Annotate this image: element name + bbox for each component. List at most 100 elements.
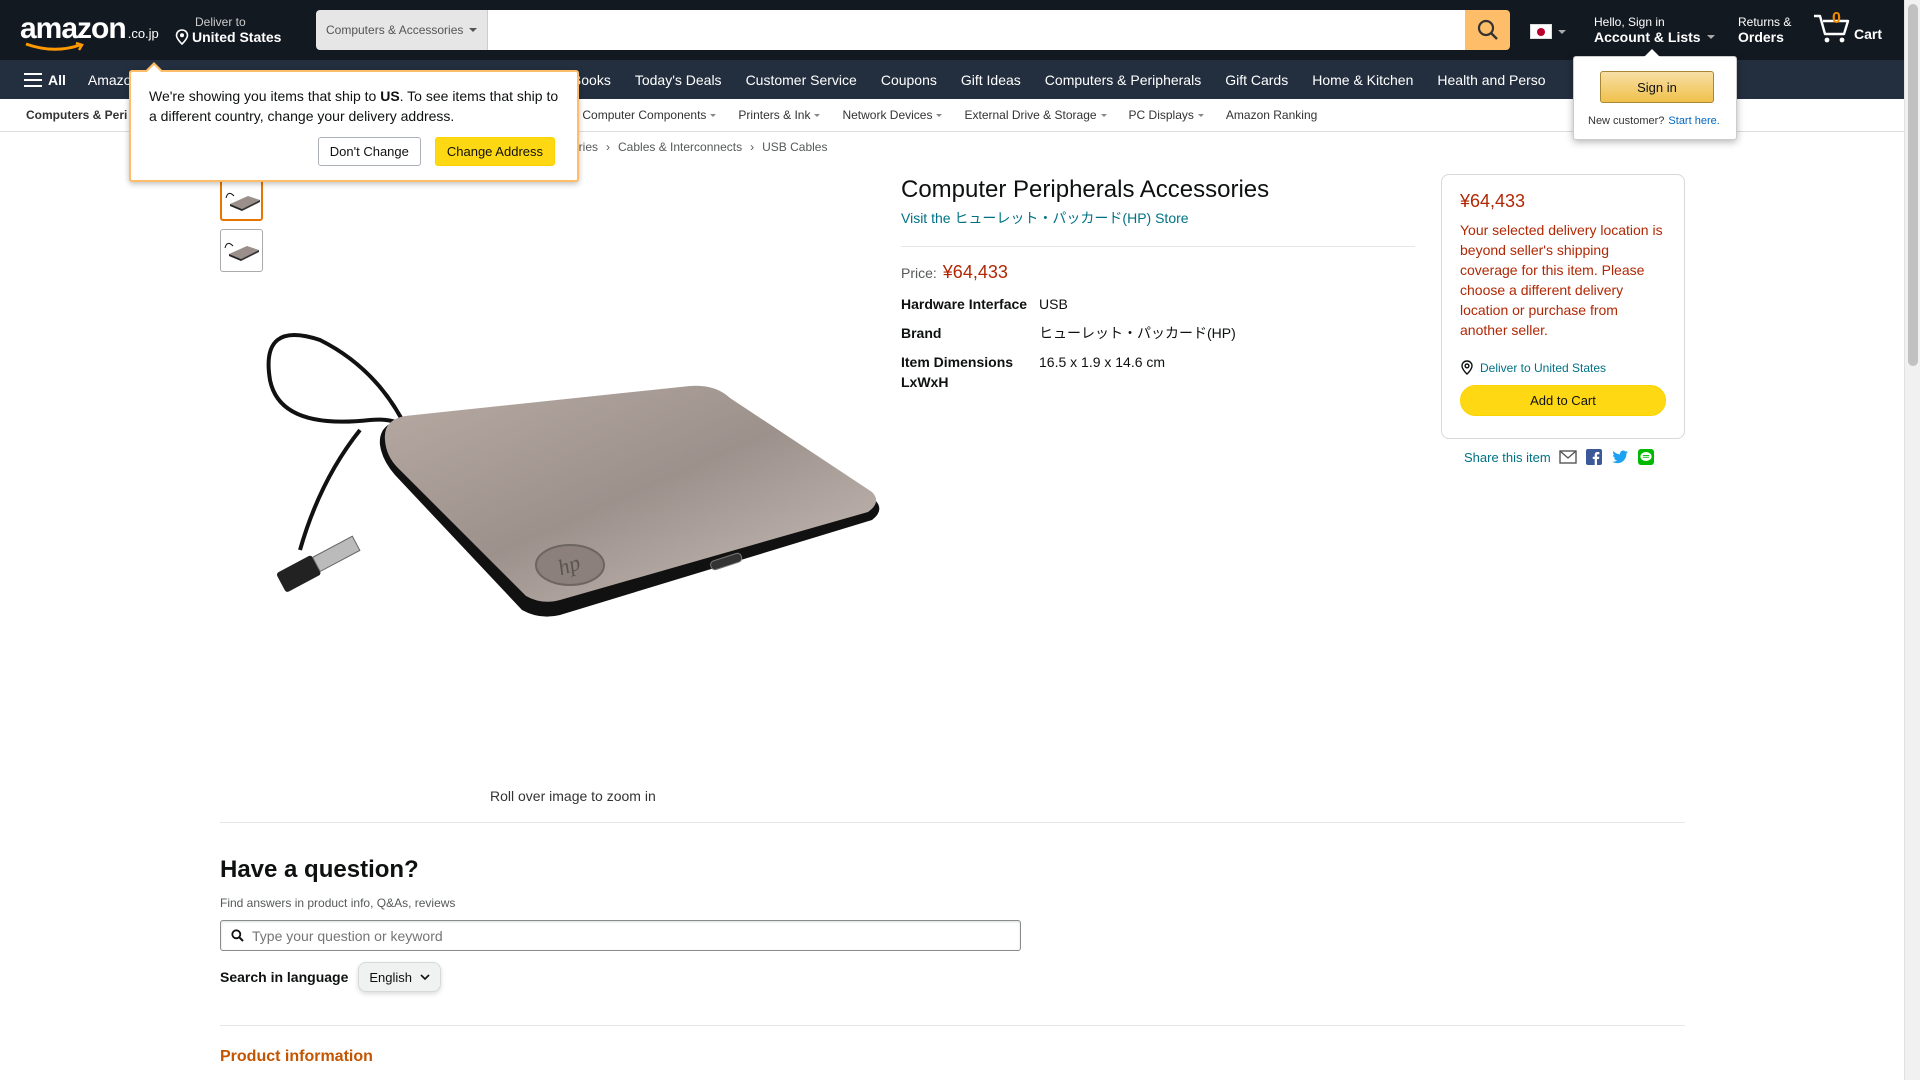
share-row: Share this item [1464, 448, 1655, 466]
product-specs: Hardware Interface USB Brand ヒューレット・パッカー… [901, 294, 1236, 401]
chevron-down-icon [1706, 35, 1715, 39]
email-icon[interactable] [1559, 448, 1577, 466]
spec-row: Brand ヒューレット・パッカード(HP) [901, 323, 1236, 343]
cart[interactable]: 0 Cart [1812, 10, 1882, 44]
divider [220, 1025, 1685, 1026]
nav-item-gift-ideas[interactable]: Gift Ideas [949, 72, 1033, 88]
divider [901, 246, 1415, 247]
language-row: Search in language English [220, 962, 442, 992]
delivery-popover: We're showing you items that ship to US.… [129, 62, 579, 182]
breadcrumb-item[interactable]: Cables & Interconnects [618, 140, 742, 154]
nav-item-home-kitchen[interactable]: Home & Kitchen [1300, 72, 1425, 88]
deliver-to[interactable]: Deliver to United States [175, 15, 281, 45]
new-customer-label: New customer? [1588, 115, 1665, 127]
subnav-label: Printers & Ink [738, 108, 811, 122]
subnav-item-network-devices[interactable]: Network Devices [831, 108, 953, 122]
account-lists[interactable]: Hello, Sign in Account & Lists [1594, 15, 1715, 45]
subnav-item-external-drive[interactable]: External Drive & Storage [953, 108, 1117, 122]
subnav-item-computer-components[interactable]: Computer Components [571, 108, 727, 122]
spec-key: Item Dimensions LxWxH [901, 354, 1014, 390]
search-bar: Computers & Accessories [316, 10, 1510, 50]
search-icon [1477, 19, 1498, 40]
cart-icon [1814, 14, 1850, 43]
deliver-line2: United States [192, 29, 282, 45]
product-thumbnail-image [225, 192, 260, 211]
all-menu-button[interactable]: All [0, 72, 76, 88]
price-row: Price: ¥64,433 [901, 262, 1008, 283]
price-value: ¥64,433 [942, 262, 1008, 282]
spec-row: Hardware Interface USB [901, 294, 1236, 314]
nav-item-health[interactable]: Health and Perso [1425, 72, 1557, 88]
line-icon[interactable] [1637, 448, 1655, 466]
search-input[interactable] [488, 10, 1465, 50]
language-selector[interactable] [1530, 24, 1566, 39]
chevron-down-icon [1100, 113, 1107, 117]
divider [220, 822, 1685, 823]
change-address-button[interactable]: Change Address [434, 137, 555, 166]
product-thumbnail-image [224, 242, 259, 261]
subnav-label: Computer Components [582, 108, 707, 122]
returns-orders[interactable]: Returns & Orders [1738, 15, 1791, 45]
sign-in-button[interactable]: Sign in [1600, 71, 1714, 103]
deliver-line1: Deliver to [195, 15, 246, 29]
japan-flag-icon [1530, 24, 1552, 39]
subnav-item-printers-ink[interactable]: Printers & Ink [727, 108, 831, 122]
account-line1: Hello, Sign in [1594, 15, 1665, 29]
subnav-label: Network Devices [842, 108, 933, 122]
product-title: Computer Peripherals Accessories [901, 176, 1270, 203]
amazon-logo[interactable]: amazon .co.jp [20, 12, 159, 51]
new-customer: New customer? Start here. [1588, 115, 1720, 127]
store-link[interactable]: Visit the ヒューレット・パッカード(HP) Store [901, 208, 1189, 228]
product-thumbnail[interactable] [220, 229, 263, 272]
subnav-label: External Drive & Storage [964, 108, 1097, 122]
signin-popover: Sign in New customer? Start here. [1573, 49, 1737, 140]
question-search-input[interactable] [252, 927, 1020, 944]
zoom-hint: Roll over image to zoom in [490, 788, 656, 804]
popover-text-pre: We're showing you items that ship to [149, 88, 381, 104]
search-category-label: Computers & Accessories [326, 23, 464, 37]
subnav-item-computers[interactable]: Computers & Peri [0, 108, 138, 122]
returns-line1: Returns & [1738, 15, 1792, 29]
scrollbar-thumb[interactable] [1908, 4, 1918, 366]
location-pin-icon [1461, 360, 1473, 375]
spec-value: USB [1039, 296, 1068, 312]
subnav-item-pc-displays[interactable]: PC Displays [1118, 108, 1215, 122]
search-category-select[interactable]: Computers & Accessories [316, 10, 489, 50]
buybox-deliver-to[interactable]: Deliver to United States [1460, 360, 1666, 375]
chevron-down-icon [420, 973, 430, 980]
subnav-item-amazon-ranking[interactable]: Amazon Ranking [1215, 108, 1328, 122]
nav-item-todays-deals[interactable]: Today's Deals [623, 72, 734, 88]
product-main-image[interactable]: hp [260, 320, 890, 640]
page-scrollbar[interactable] [1904, 0, 1920, 1080]
chevron-down-icon [1558, 29, 1566, 34]
start-here-link[interactable]: Start here. [1668, 115, 1719, 127]
nav-item-computers-peripherals[interactable]: Computers & Peripherals [1033, 72, 1213, 88]
language-value: English [369, 969, 413, 985]
spec-value: ヒューレット・パッカード(HP) [1039, 325, 1236, 341]
top-header: amazon .co.jp Deliver to United States Co… [0, 0, 1904, 60]
buybox-deliver-label: Deliver to United States [1480, 360, 1607, 375]
breadcrumb-item[interactable]: USB Cables [762, 140, 827, 154]
product-thumbnail[interactable] [220, 178, 263, 221]
chevron-right-icon: › [750, 140, 755, 154]
breadcrumb: ssories › Cables & Interconnects › USB C… [560, 140, 827, 154]
logo-tld: .co.jp [127, 26, 159, 41]
hamburger-icon [24, 72, 42, 87]
logo-word: amazon [20, 12, 127, 45]
share-label: Share this item [1464, 449, 1551, 465]
twitter-icon[interactable] [1611, 448, 1629, 466]
chevron-right-icon: › [606, 140, 611, 154]
question-search-field[interactable] [220, 920, 1021, 951]
search-button[interactable] [1465, 10, 1510, 50]
language-select[interactable]: English [358, 962, 442, 992]
search-icon [231, 929, 244, 942]
dont-change-button[interactable]: Don't Change [317, 137, 421, 166]
nav-item-gift-cards[interactable]: Gift Cards [1213, 72, 1300, 88]
nav-item-customer-service[interactable]: Customer Service [734, 72, 869, 88]
facebook-icon[interactable] [1585, 448, 1603, 466]
all-label: All [48, 71, 66, 88]
spec-row: Item Dimensions LxWxH 16.5 x 1.9 x 14.6 … [901, 352, 1236, 392]
buybox-price: ¥64,433 [1460, 191, 1526, 211]
nav-item-coupons[interactable]: Coupons [869, 72, 949, 88]
add-to-cart-button[interactable]: Add to Cart [1460, 385, 1666, 416]
